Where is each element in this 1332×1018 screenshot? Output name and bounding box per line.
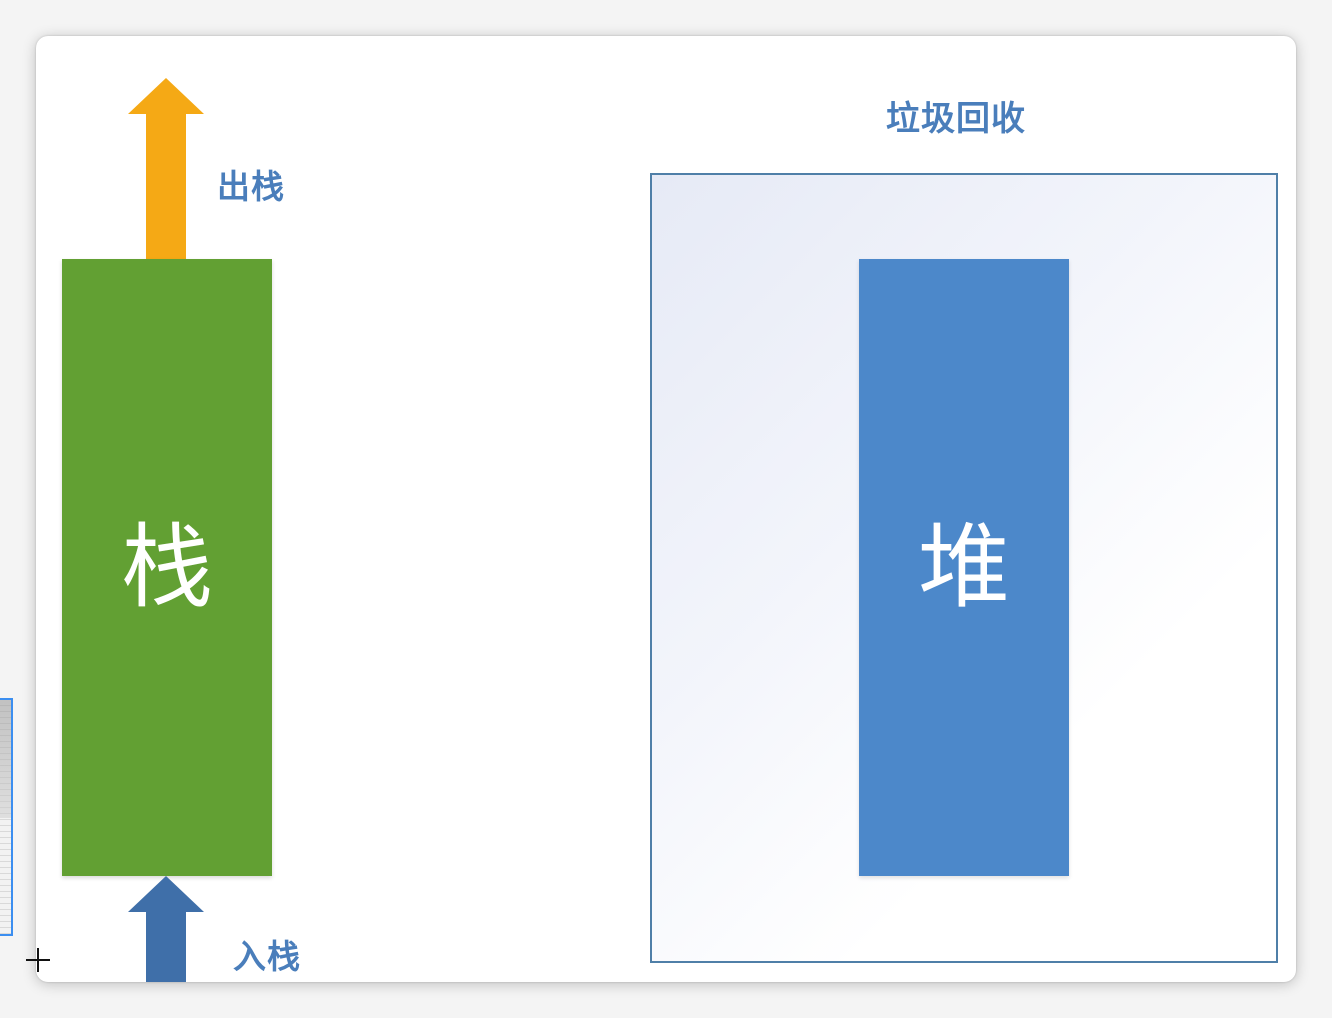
crosshair-cursor-icon	[26, 948, 50, 972]
stack-block: 栈	[62, 259, 272, 876]
push-arrow-icon	[128, 876, 204, 982]
side-thumbnail[interactable]	[0, 698, 13, 936]
screen: 出栈 栈 入栈 垃圾回收 堆	[0, 0, 1332, 1018]
pop-arrow-icon	[128, 78, 204, 260]
heap-label: 堆	[917, 513, 1010, 621]
pop-label: 出栈	[217, 167, 285, 206]
diagram-window: 出栈 栈 入栈 垃圾回收 堆	[36, 36, 1296, 982]
heap-block: 堆	[859, 259, 1069, 876]
push-label: 入栈	[233, 937, 301, 976]
thumbnail-preview	[0, 700, 11, 818]
stack-label: 栈	[120, 513, 213, 621]
gc-title: 垃圾回收	[886, 99, 1026, 139]
